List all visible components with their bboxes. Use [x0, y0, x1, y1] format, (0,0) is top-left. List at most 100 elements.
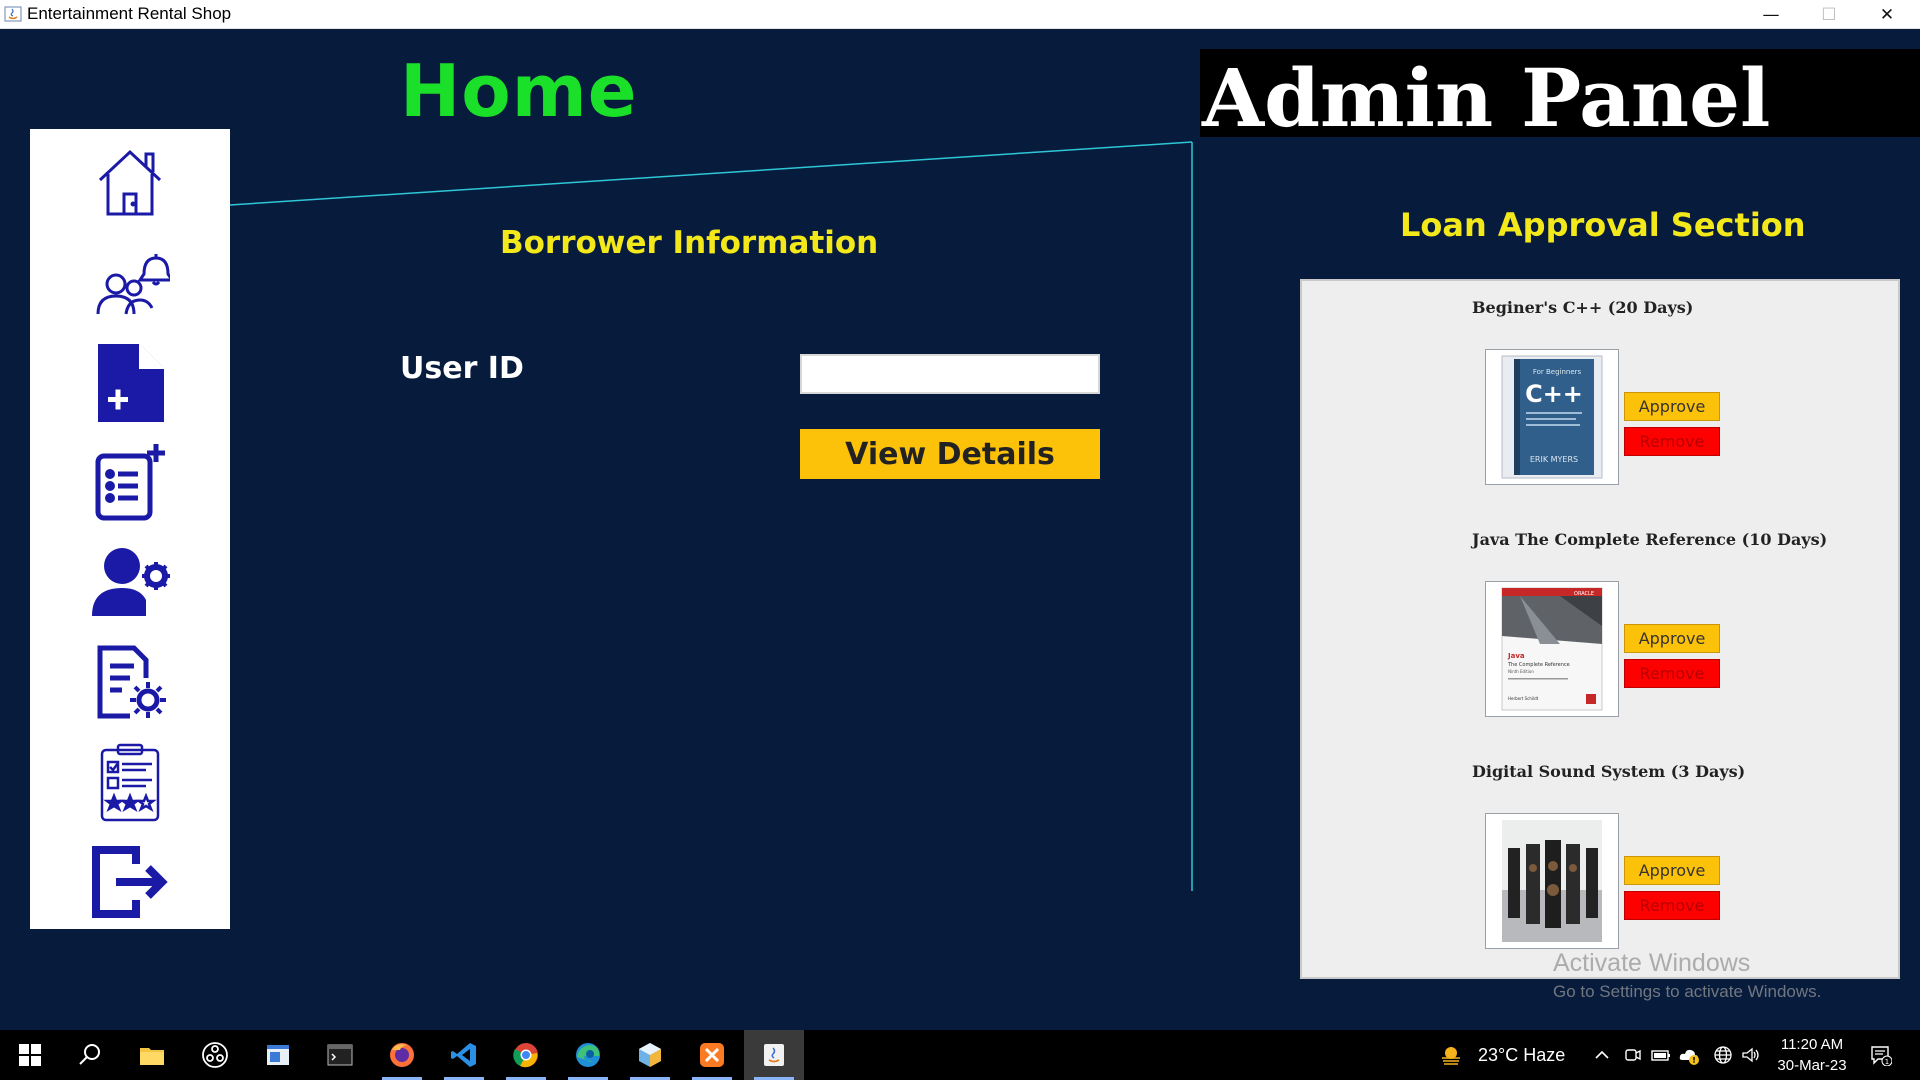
obs-icon	[202, 1042, 228, 1068]
approve-button[interactable]: Approve	[1624, 624, 1720, 653]
sidebar-item-reviews[interactable]	[80, 739, 180, 825]
borrower-section-title: Borrower Information	[500, 225, 879, 261]
sidebar-item-logout[interactable]	[80, 839, 180, 925]
weather-widget[interactable]	[1438, 1042, 1464, 1068]
taskbar-chrome[interactable]	[496, 1030, 556, 1080]
tray-meet-now[interactable]	[1620, 1042, 1646, 1068]
taskbar-clock[interactable]: 11:20 AM 30-Mar-23	[1770, 1034, 1854, 1076]
haze-weather-icon	[1442, 1047, 1460, 1065]
sidebar-item-document-settings[interactable]	[80, 639, 180, 725]
java-app-icon	[4, 6, 22, 22]
taskbar-window-app[interactable]	[248, 1030, 308, 1080]
show-hidden-icons-button[interactable]	[1589, 1042, 1615, 1068]
speaker-icon	[1742, 1047, 1759, 1063]
battery-icon	[1651, 1050, 1670, 1061]
user-id-label: User ID	[400, 351, 524, 386]
sound-system-image	[1485, 813, 1619, 949]
approve-button[interactable]: Approve	[1624, 392, 1720, 421]
window-titlebar: Entertainment Rental Shop — ☐ ✕	[0, 0, 1920, 29]
java-cover-author: Herbert Schildt	[1508, 696, 1539, 701]
taskbar-file-explorer[interactable]	[122, 1030, 182, 1080]
loan-item-title: Java The Complete Reference (10 Days)	[1472, 530, 1828, 549]
minimize-button[interactable]: —	[1742, 0, 1800, 29]
sidebar-item-user-settings[interactable]	[80, 539, 180, 625]
taskbar-xampp[interactable]	[682, 1030, 742, 1080]
edge-icon	[576, 1043, 600, 1067]
tray-network[interactable]	[1710, 1042, 1736, 1068]
checklist-rating-icon	[100, 743, 160, 822]
tray-volume[interactable]	[1738, 1042, 1764, 1068]
xampp-icon	[700, 1043, 724, 1067]
clock-time: 11:20 AM	[1780, 1036, 1844, 1053]
approve-button[interactable]: Approve	[1624, 856, 1720, 885]
logout-icon	[92, 846, 168, 918]
taskbar-obs[interactable]	[185, 1030, 245, 1080]
remove-button[interactable]: Remove	[1624, 659, 1720, 688]
taskbar-firefox[interactable]	[372, 1030, 432, 1080]
cpp-cover-main: C++	[1525, 380, 1583, 408]
home-icon	[98, 149, 162, 216]
sidebar-item-add-list[interactable]	[80, 439, 180, 525]
cloud-warning-icon	[1679, 1049, 1699, 1065]
admin-panel-title: Admin Panel	[1202, 51, 1771, 145]
users-notification-icon	[96, 254, 170, 315]
taskbar-terminal[interactable]	[310, 1030, 370, 1080]
notification-center-button[interactable]: 1	[1868, 1042, 1894, 1068]
taskbar-java[interactable]	[744, 1030, 804, 1080]
java-book-cover: ORACLE Java The Complete Reference Ninth…	[1485, 581, 1619, 717]
chrome-icon	[513, 1043, 538, 1068]
page-title: Home	[400, 49, 638, 133]
java-cover-main: Java	[1507, 652, 1525, 660]
java-cover-edition: Ninth Edition	[1508, 669, 1534, 674]
window-app-icon	[267, 1045, 289, 1065]
sidebar-item-users[interactable]	[80, 239, 180, 325]
remove-button[interactable]: Remove	[1624, 427, 1720, 456]
meet-now-icon	[1625, 1049, 1641, 1061]
start-button[interactable]	[0, 1030, 60, 1080]
sidebar-item-add-document[interactable]	[80, 339, 180, 425]
vscode-icon	[451, 1043, 476, 1067]
loan-item-title: Digital Sound System (3 Days)	[1472, 762, 1746, 781]
view-details-button[interactable]: View Details	[800, 429, 1100, 479]
box-app-icon	[639, 1043, 661, 1067]
add-list-icon	[95, 444, 165, 521]
add-document-icon	[98, 344, 164, 422]
globe-icon	[1714, 1046, 1732, 1064]
loan-section-title: Loan Approval Section	[1400, 206, 1806, 244]
taskbar: 23°C Haze 11:20 AM 30-Mar-23 1	[0, 1030, 1920, 1080]
file-explorer-icon	[140, 1048, 164, 1065]
close-button[interactable]: ✕	[1858, 0, 1916, 29]
document-settings-icon	[97, 645, 166, 719]
sidebar	[30, 129, 230, 929]
tray-battery[interactable]	[1648, 1042, 1674, 1068]
search-button[interactable]	[60, 1030, 120, 1080]
cpp-cover-top: For Beginners	[1533, 368, 1582, 376]
notification-icon: 1	[1871, 1046, 1892, 1066]
user-id-input[interactable]	[800, 354, 1100, 394]
taskbar-box-app[interactable]	[620, 1030, 680, 1080]
user-settings-icon	[92, 548, 170, 616]
java-icon	[764, 1044, 784, 1066]
terminal-icon	[327, 1044, 353, 1066]
tray-onedrive[interactable]	[1676, 1042, 1702, 1068]
cpp-book-cover: For Beginners C++ ERIK MYERS	[1485, 349, 1619, 485]
search-icon	[79, 1044, 100, 1065]
loan-item-title: Beginer's C++ (20 Days)	[1472, 298, 1694, 317]
sidebar-item-home[interactable]	[80, 139, 180, 225]
remove-button[interactable]: Remove	[1624, 891, 1720, 920]
firefox-icon	[390, 1043, 414, 1067]
taskbar-vscode[interactable]	[434, 1030, 494, 1080]
java-cover-sub: The Complete Reference	[1507, 662, 1570, 668]
notification-count: 1	[1885, 1058, 1889, 1066]
app-content: Home Admin Panel Borrower Information Us…	[0, 29, 1920, 1030]
watermark-subtitle: Go to Settings to activate Windows.	[1553, 982, 1822, 1001]
chevron-up-icon	[1595, 1050, 1609, 1059]
loan-approval-panel: Beginer's C++ (20 Days) For Beginners C+…	[1300, 279, 1900, 979]
clock-date: 30-Mar-23	[1777, 1057, 1847, 1074]
weather-text[interactable]: 23°C Haze	[1478, 1030, 1565, 1080]
window-title: Entertainment Rental Shop	[27, 4, 232, 23]
maximize-button[interactable]: ☐	[1800, 0, 1858, 29]
start-icon	[19, 1044, 41, 1066]
cpp-cover-author: ERIK MYERS	[1530, 455, 1578, 464]
taskbar-edge[interactable]	[558, 1030, 618, 1080]
